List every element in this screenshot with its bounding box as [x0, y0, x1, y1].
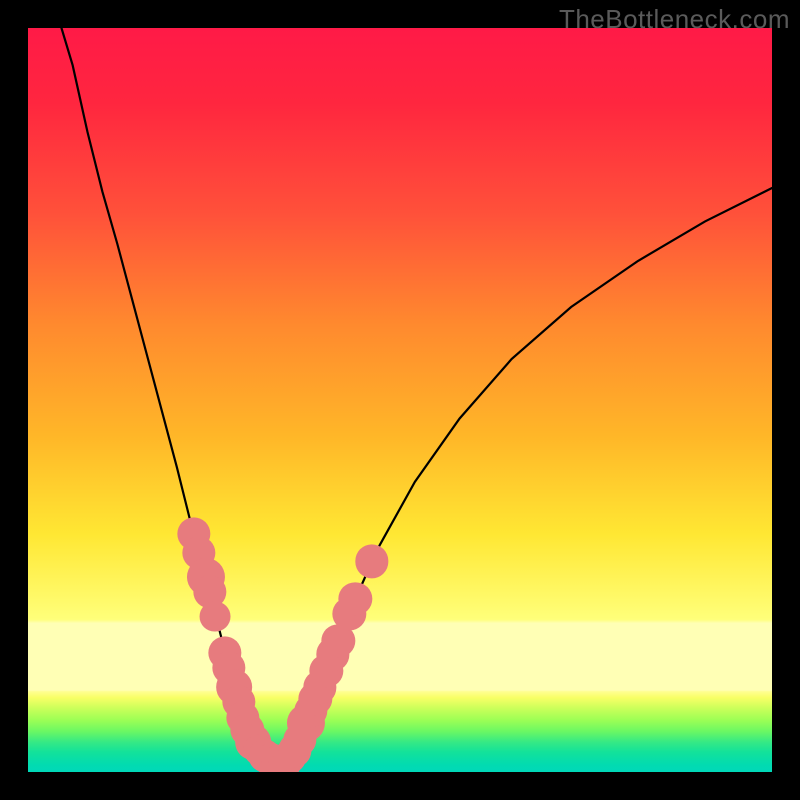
- chart-curves: [28, 28, 772, 772]
- data-point-marker: [200, 601, 231, 632]
- plot-area: [28, 28, 772, 772]
- curve-left-path: [61, 28, 282, 763]
- watermark-text: TheBottleneck.com: [559, 4, 790, 35]
- chart-frame: TheBottleneck.com: [0, 0, 800, 800]
- curve-right-path: [282, 188, 772, 763]
